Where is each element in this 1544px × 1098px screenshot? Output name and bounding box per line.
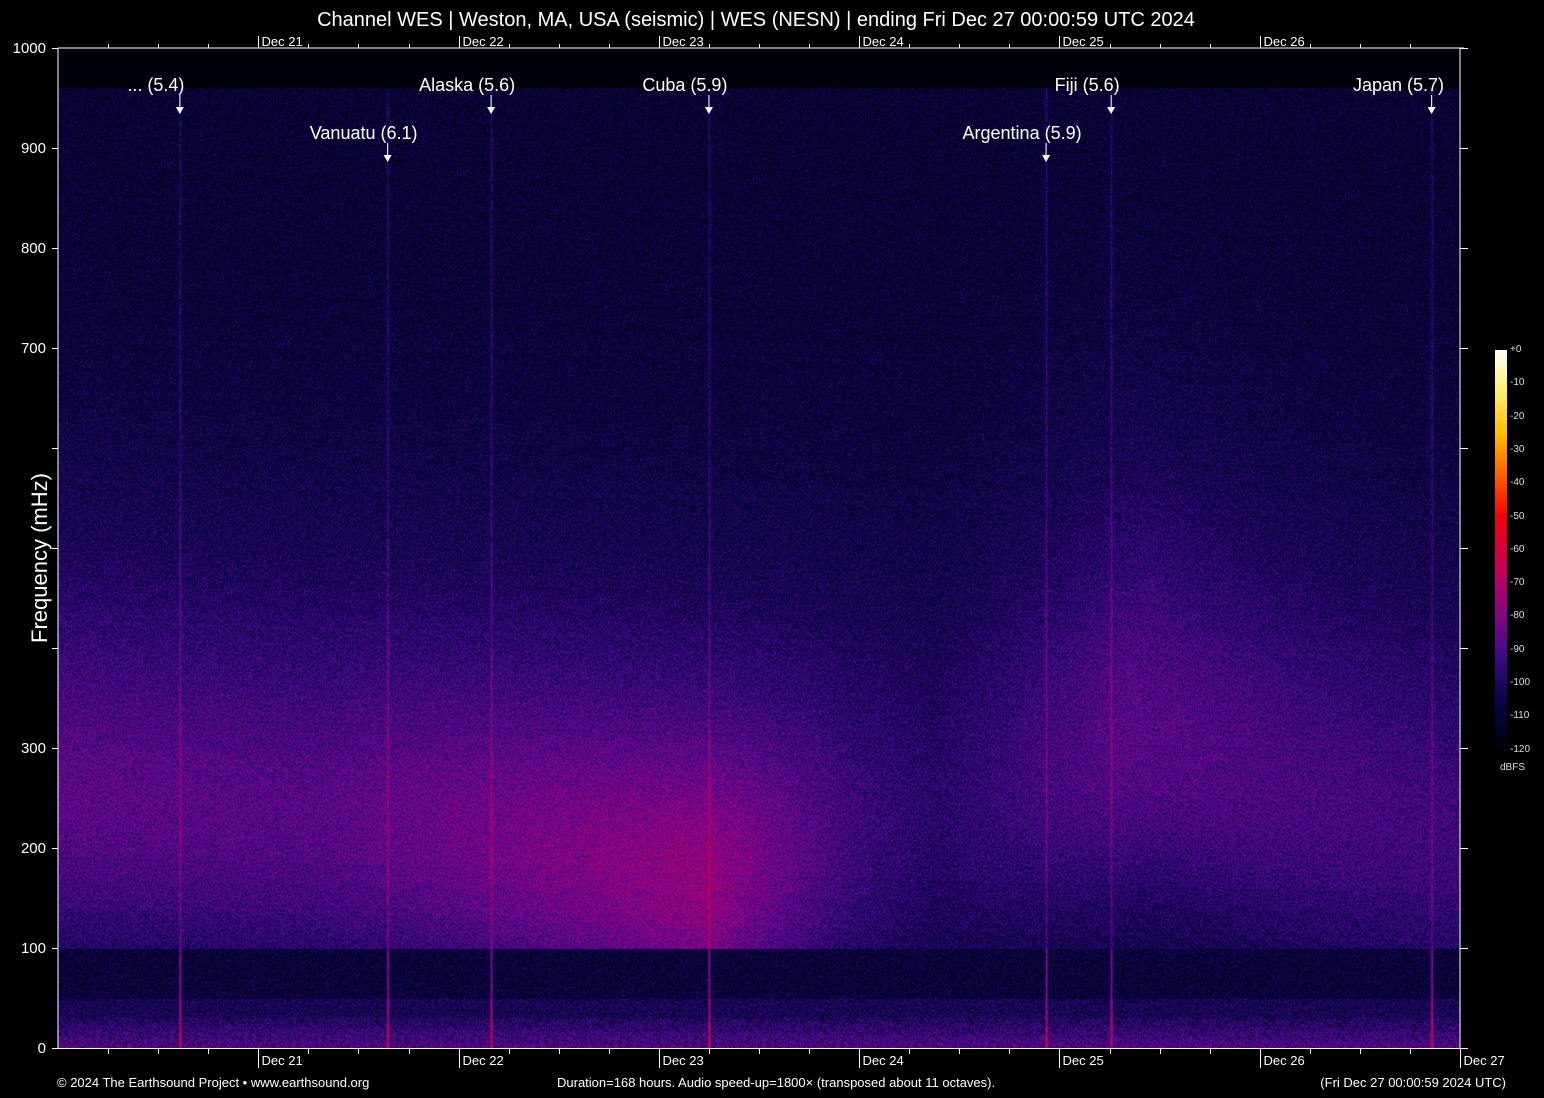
x-tick-label-bottom: Dec 23 xyxy=(662,1053,704,1068)
colorbar-tick-label: +0 xyxy=(1510,344,1522,355)
colorbar-tick-label: -40 xyxy=(1510,477,1525,489)
event-label: Argentina (5.9) xyxy=(962,123,1082,143)
y-tick-label: 1000 xyxy=(12,39,46,57)
y-tick-label: 800 xyxy=(20,239,46,257)
colorbar-tick-label: -20 xyxy=(1510,410,1525,422)
y-tick-label: 100 xyxy=(20,939,46,957)
x-tick-label-bottom: Dec 25 xyxy=(1062,1053,1104,1068)
event-label: Fiji (5.6) xyxy=(1054,75,1120,95)
event-arrow-head xyxy=(1042,155,1051,162)
x-tick-label-bottom: Dec 21 xyxy=(261,1053,303,1068)
colorbar-tick-label: -70 xyxy=(1510,577,1525,589)
x-tick-label-bottom: Dec 24 xyxy=(862,1053,904,1068)
x-tick-label-top: Dec 24 xyxy=(862,34,904,49)
footer-copyright: © 2024 The Earthsound Project • www.eart… xyxy=(57,1075,370,1090)
x-tick-label-top: Dec 21 xyxy=(261,34,303,49)
colorbar-tick-label: -50 xyxy=(1510,510,1525,522)
footer-duration: Duration=168 hours. Audio speed-up=1800×… xyxy=(557,1075,996,1090)
event-arrow-head xyxy=(487,107,496,114)
event-label: Japan (5.7) xyxy=(1352,75,1445,95)
colorbar-tick-label: -10 xyxy=(1510,377,1525,389)
event-label: Cuba (5.9) xyxy=(642,75,728,95)
event-arrow-head xyxy=(1107,107,1116,114)
axes xyxy=(52,36,1468,1068)
y-tick-label: 700 xyxy=(20,339,46,357)
colorbar-tick-label: -90 xyxy=(1510,643,1525,655)
colorbar xyxy=(1495,350,1507,750)
colorbar-tick-label: -120 xyxy=(1510,743,1531,755)
x-tick-label-bottom: Dec 27 xyxy=(1463,1053,1505,1068)
x-tick-label-top: Dec 23 xyxy=(662,34,704,49)
colorbar-tick-label: -100 xyxy=(1510,677,1531,688)
colorbar-tick-label: -80 xyxy=(1510,610,1525,622)
event-arrow-head xyxy=(383,155,392,162)
y-tick-label: 300 xyxy=(20,739,46,757)
event-arrow-head xyxy=(704,107,713,114)
event-label: Alaska (5.6) xyxy=(419,75,516,95)
event-arrow-head xyxy=(1427,107,1436,114)
x-tick-label-top: Dec 22 xyxy=(462,34,504,49)
event-label: ... (5.4) xyxy=(127,75,185,95)
event-arrow-head xyxy=(175,107,184,114)
colorbar-tick-label: -110 xyxy=(1510,710,1530,722)
x-tick-label-top: Dec 26 xyxy=(1263,34,1305,49)
colorbar-tick-label: -60 xyxy=(1510,543,1525,555)
colorbar-unit-label: dBFS xyxy=(1500,762,1526,773)
y-tick-label: 200 xyxy=(20,839,46,857)
event-label: Vanuatu (6.1) xyxy=(309,123,418,143)
x-tick-label-top: Dec 25 xyxy=(1062,34,1104,49)
x-tick-label-bottom: Dec 26 xyxy=(1263,1053,1305,1068)
x-tick-label-bottom: Dec 22 xyxy=(462,1053,504,1068)
colorbar-tick-label: -30 xyxy=(1510,443,1525,455)
footer-timestamp: (Fri Dec 27 00:00:59 2024 UTC) xyxy=(1320,1075,1506,1090)
y-tick-label: 0 xyxy=(37,1039,46,1057)
y-tick-label: 900 xyxy=(20,139,46,157)
